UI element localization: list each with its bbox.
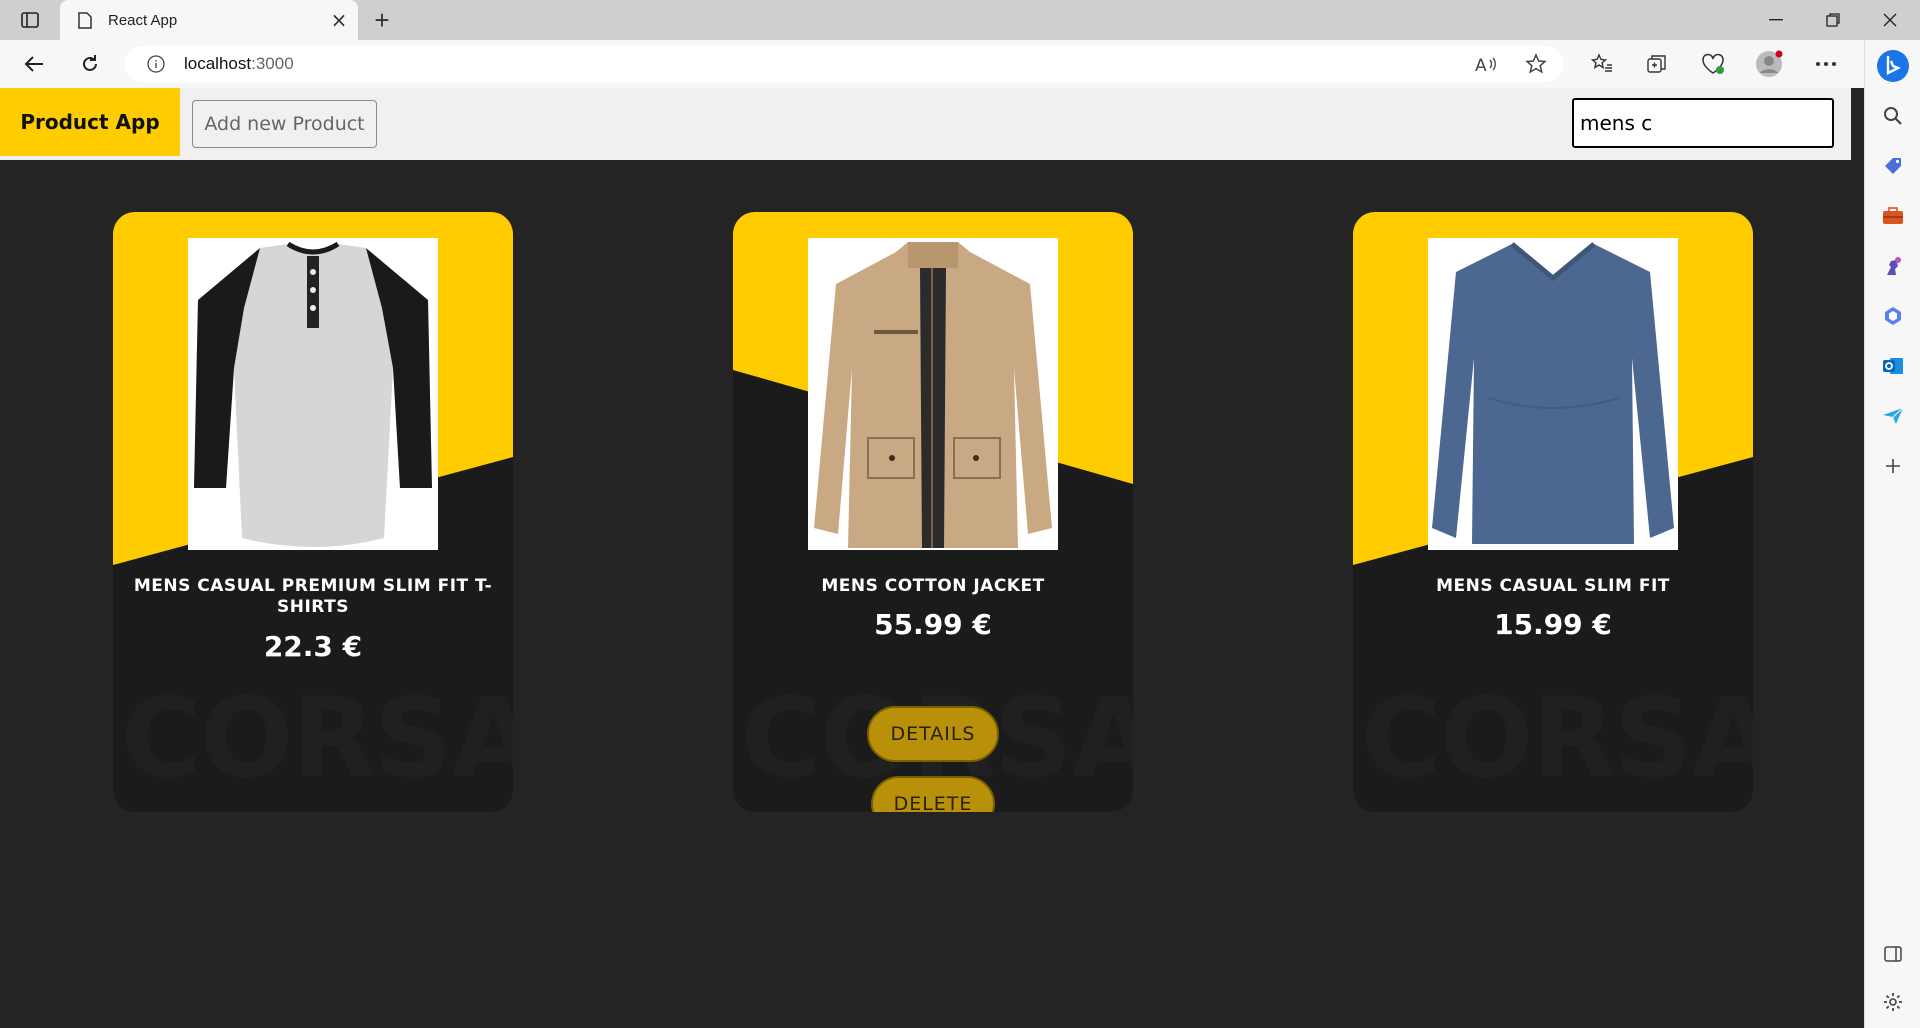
refresh-icon[interactable] (74, 48, 106, 80)
browser-toolbar: localhost:3000 A (0, 40, 1864, 88)
more-options-icon[interactable] (1812, 50, 1840, 78)
product-name: MENS CASUAL SLIM FIT (1436, 576, 1670, 596)
product-price: 55.99 € (874, 608, 992, 641)
settings-gear-icon[interactable] (1881, 990, 1905, 1014)
product-card[interactable]: CORSA MENS CASUAL SLIM FIT 15.99 € (1353, 212, 1753, 812)
svg-text:A: A (1475, 56, 1487, 73)
microsoft-365-icon[interactable] (1881, 304, 1905, 328)
close-window-icon[interactable] (1862, 0, 1918, 40)
hide-sidebar-icon[interactable] (1881, 942, 1905, 966)
games-icon[interactable] (1881, 254, 1905, 278)
product-image (808, 238, 1058, 550)
address-bar[interactable]: localhost:3000 (124, 46, 1564, 82)
delete-button[interactable]: DELETE (871, 776, 995, 812)
outlook-icon[interactable] (1881, 354, 1905, 378)
add-new-product-button[interactable]: Add new Product (192, 100, 377, 148)
tab-title: React App (108, 11, 178, 29)
collections-icon[interactable] (1643, 50, 1671, 78)
minimize-icon[interactable] (1748, 0, 1804, 40)
tab-actions-icon[interactable] (14, 8, 46, 32)
product-image (1428, 238, 1678, 550)
product-card[interactable]: CORSA MENS COTTON JACKET 55.99 € DETAILS… (733, 212, 1133, 812)
product-price: 15.99 € (1494, 608, 1612, 641)
search-input[interactable] (1572, 98, 1834, 148)
back-icon[interactable] (18, 48, 50, 80)
restore-icon[interactable] (1805, 0, 1861, 40)
browser-tab-bar: React App × + (0, 0, 1920, 40)
close-tab-icon[interactable]: × (326, 7, 352, 33)
product-name: MENS COTTON JACKET (821, 576, 1045, 596)
edge-sidebar (1864, 40, 1920, 1028)
app-navbar: Product App Add new Product (0, 88, 1851, 160)
page-icon (76, 11, 94, 29)
brand-logo[interactable]: Product App (0, 88, 180, 156)
profile-avatar-icon[interactable] (1755, 50, 1783, 78)
app-root: Product App Add new Product CORSA MENS C… (0, 88, 1851, 1028)
favorite-star-icon[interactable] (1522, 50, 1550, 78)
site-info-icon[interactable] (146, 54, 166, 74)
browser-essentials-icon[interactable] (1699, 50, 1727, 78)
shopping-tag-icon[interactable] (1881, 154, 1905, 178)
product-image (188, 238, 438, 550)
read-aloud-icon[interactable]: A (1472, 50, 1500, 78)
new-tab-icon[interactable]: + (368, 5, 396, 35)
product-price: 22.3 € (263, 630, 363, 663)
favorites-icon[interactable] (1588, 50, 1616, 78)
details-button[interactable]: DETAILS (867, 706, 999, 762)
send-icon[interactable] (1881, 404, 1905, 428)
add-icon[interactable] (1881, 454, 1905, 478)
card-watermark: CORSA (121, 674, 513, 802)
search-icon[interactable] (1881, 104, 1905, 128)
bing-copilot-icon[interactable] (1875, 48, 1911, 84)
browser-tab[interactable]: React App × (60, 0, 358, 40)
card-watermark: CORSA (1361, 674, 1753, 802)
tools-briefcase-icon[interactable] (1881, 204, 1905, 228)
product-card[interactable]: CORSA MENS CASUAL PREMIUM SLIM FIT T-SHI… (113, 212, 513, 812)
url-text: localhost:3000 (184, 54, 294, 73)
product-name: MENS CASUAL PREMIUM SLIM FIT T-SHIRTS (133, 576, 493, 617)
